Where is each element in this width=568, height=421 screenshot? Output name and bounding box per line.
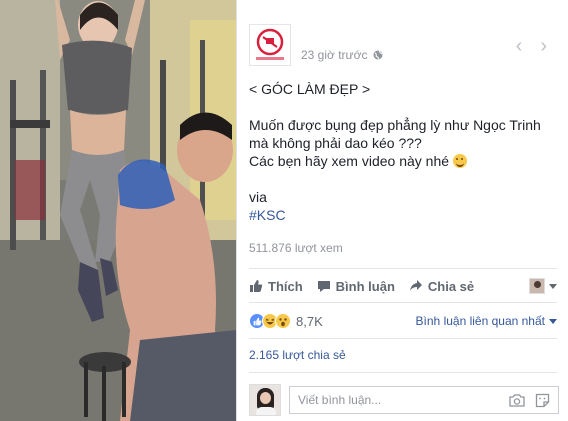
post-via: via	[249, 189, 267, 205]
caret-down-icon	[549, 283, 557, 289]
globe-icon	[373, 50, 383, 60]
viewer-avatar	[529, 278, 545, 294]
wow-reaction-icon	[275, 313, 291, 329]
share-button[interactable]: Chia sẻ	[409, 279, 474, 294]
reaction-icons[interactable]	[249, 313, 291, 329]
view-count: 511.876 lượt xem	[249, 241, 343, 255]
like-label[interactable]: Thích	[268, 279, 303, 294]
post-line-3-text: Các bẹn hãy xem video này nhé	[249, 153, 450, 169]
comment-label[interactable]: Bình luận	[336, 279, 395, 294]
post-line-2: mà không phải dao kéo ???	[249, 135, 422, 151]
camera-icon[interactable]	[509, 393, 525, 407]
post-as-selector[interactable]	[529, 278, 557, 294]
chevron-right-icon[interactable]: ›	[540, 36, 547, 56]
comment-input[interactable]	[298, 393, 509, 407]
share-icon	[409, 280, 422, 291]
divider	[249, 372, 557, 373]
video-player[interactable]	[0, 0, 236, 421]
thumbs-up-icon	[250, 280, 263, 292]
user-avatar[interactable]	[249, 384, 281, 416]
action-bar: Thích Bình luận Chia sẻ	[249, 272, 557, 300]
chevron-left-icon[interactable]: ‹	[516, 36, 523, 56]
comment-sort-label[interactable]: Bình luận liên quan nhất	[416, 314, 545, 328]
divider	[249, 302, 557, 303]
divider	[249, 338, 557, 339]
post-timestamp[interactable]: 23 giờ trước	[301, 48, 383, 62]
reaction-count[interactable]: 8,7K	[296, 314, 323, 329]
comment-sort-dropdown[interactable]: Bình luận liên quan nhất	[416, 314, 557, 328]
page-logo	[250, 25, 290, 65]
comment-button[interactable]: Bình luận	[317, 279, 395, 294]
comment-composer	[249, 382, 559, 418]
share-label[interactable]: Chia sẻ	[428, 279, 474, 294]
post-panel: 23 giờ trước ‹ › < GÓC LÀM ĐẸP > Muốn đư…	[236, 0, 568, 421]
share-count[interactable]: 2.165 lượt chia sẻ	[249, 348, 346, 362]
sticker-icon[interactable]	[535, 393, 550, 408]
reaction-stats: 8,7K Bình luận liên quan nhất	[249, 311, 557, 331]
post-header: 23 giờ trước ‹ ›	[249, 24, 559, 66]
hashtag-link[interactable]: #KSC	[249, 206, 559, 224]
post-navigation: ‹ ›	[516, 36, 547, 56]
smile-emoji-icon	[452, 154, 467, 168]
page-avatar[interactable]	[249, 24, 291, 66]
video-frame	[0, 0, 236, 421]
like-button[interactable]: Thích	[249, 279, 303, 294]
comment-tools	[509, 393, 550, 408]
post-line-1: Muốn được bụng đẹp phẳng lỳ như Ngọc Tri…	[249, 117, 541, 133]
post-text: < GÓC LÀM ĐẸP > Muốn được bụng đẹp phẳng…	[249, 80, 559, 224]
timestamp-text[interactable]: 23 giờ trước	[301, 48, 367, 62]
divider	[249, 268, 557, 269]
comment-icon	[317, 281, 330, 292]
caret-down-icon	[549, 318, 557, 324]
post-line-3: Các bẹn hãy xem video này nhé	[249, 152, 559, 170]
post-heading: < GÓC LÀM ĐẸP >	[249, 81, 371, 97]
comment-input-box[interactable]	[289, 386, 559, 414]
